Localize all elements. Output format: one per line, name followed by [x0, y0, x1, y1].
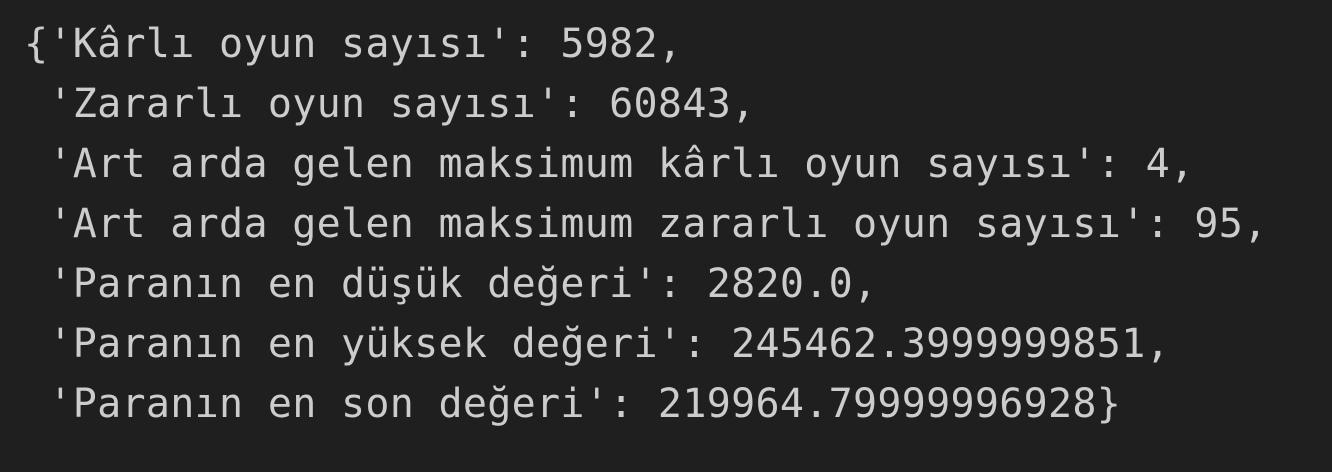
output-line-4: 'Art arda gelen maksimum zararlı oyun sa…	[24, 201, 1268, 247]
output-line-1: {'Kârlı oyun sayısı': 5982,	[24, 21, 683, 67]
output-line-2: 'Zararlı oyun sayısı': 60843,	[24, 81, 756, 127]
output-line-5: 'Paranın en düşük değeri': 2820.0,	[24, 261, 878, 307]
output-line-6: 'Paranın en yüksek değeri': 245462.39999…	[24, 321, 1170, 367]
output-line-3: 'Art arda gelen maksimum kârlı oyun sayı…	[24, 141, 1195, 187]
output-line-7: 'Paranın en son değeri': 219964.79999996…	[24, 381, 1122, 427]
cell-output: {'Kârlı oyun sayısı': 5982, 'Zararlı oyu…	[0, 0, 1332, 472]
